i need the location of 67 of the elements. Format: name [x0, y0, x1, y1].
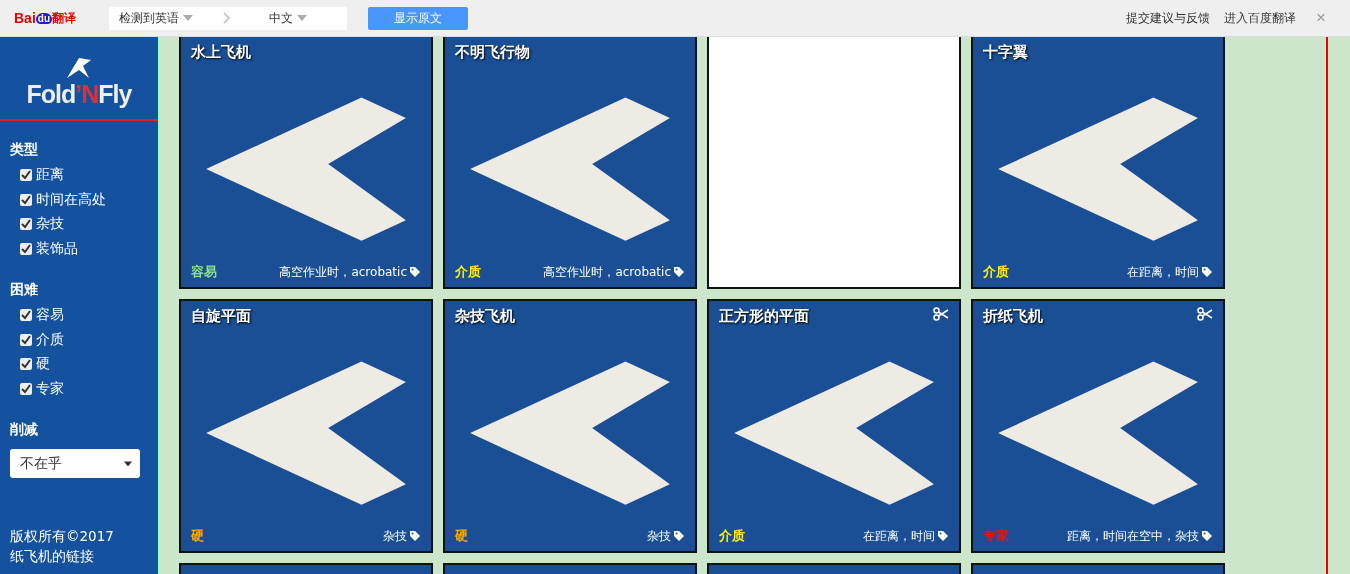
caret-icon — [124, 460, 132, 467]
difficulty-label: 介质 — [455, 263, 481, 281]
tag-icon — [937, 530, 949, 542]
filter-label: 容易 — [36, 306, 64, 325]
checkbox[interactable] — [20, 309, 32, 322]
card-title: 自旋平面 — [191, 307, 251, 326]
card-title: 杂技飞机 — [455, 307, 515, 326]
difficulty-label: 介质 — [719, 527, 745, 545]
tag-icon — [673, 530, 685, 542]
filter-heading: 困难 — [10, 281, 39, 299]
filter-heading: 类型 — [10, 141, 39, 159]
difficulty-label: 硬 — [455, 527, 468, 545]
card-title: 折纸飞机 — [983, 307, 1043, 326]
filter-label: 介质 — [36, 330, 64, 349]
site-logo: Fold’NFly — [26, 80, 132, 109]
footer-text: 版权所有©2017 — [10, 527, 115, 546]
filter-label: 杂技 — [36, 215, 64, 234]
source-language-select[interactable]: 检测到英语 — [109, 9, 203, 27]
tag-icon — [1201, 530, 1213, 542]
card-title: 正方形的平面 — [719, 307, 809, 326]
difficulty-label: 专家 — [983, 527, 1009, 545]
plane-card[interactable]: 十字翼 介质 在距离，时间 — [971, 37, 1225, 289]
chevron-right-icon — [223, 12, 231, 24]
tag-list: 杂技 — [647, 527, 671, 545]
plane-card[interactable]: 正方形的平面 介质 在距离，时间 — [707, 299, 961, 553]
plane-card[interactable]: 自旋平面 硬 杂技 — [179, 299, 433, 553]
difficulty-label: 容易 — [191, 263, 217, 281]
filter-label: 专家 — [36, 379, 64, 398]
checkbox[interactable] — [20, 218, 32, 231]
footer-text: 纸飞机的链接 — [10, 547, 95, 566]
header-link[interactable]: 提交建议与反馈 — [1126, 9, 1211, 27]
plane-card[interactable]: 水上飞机 容易 高空作业时，acrobatic — [179, 37, 433, 289]
checkbox[interactable] — [20, 382, 32, 395]
plane-card[interactable]: 杂技飞机 硬 杂技 — [443, 299, 697, 553]
difficulty-label: 介质 — [983, 263, 1009, 281]
checkbox[interactable] — [20, 169, 32, 182]
tag-icon — [673, 266, 685, 278]
tag-list: 距离，时间在空中，杂技 — [1067, 527, 1199, 545]
tag-list: 高空作业时，acrobatic — [279, 263, 407, 281]
tag-list: 在距离，时间 — [1127, 263, 1199, 281]
card-title: 十字翼 — [983, 43, 1028, 62]
filter-label: 装饰品 — [36, 239, 78, 258]
tag-icon — [1201, 266, 1213, 278]
target-language-select[interactable]: 中文 — [259, 9, 317, 27]
tag-list: 杂技 — [383, 527, 407, 545]
checkbox[interactable] — [20, 242, 32, 255]
tag-icon — [409, 530, 421, 542]
filter-label: 距离 — [36, 166, 64, 185]
checkbox[interactable] — [20, 193, 32, 206]
plane-card[interactable]: 不明飞行物 介质 高空作业时，acrobatic — [443, 37, 697, 289]
filter-label: 硬 — [36, 355, 50, 374]
checkbox[interactable] — [20, 333, 32, 346]
translator-logo: Bai du 翻译 — [14, 9, 77, 27]
cutting-dropdown[interactable]: 不在乎 — [10, 449, 140, 478]
tag-list: 高空作业时，acrobatic — [543, 263, 671, 281]
caret-icon — [183, 15, 193, 21]
difficulty-label: 硬 — [191, 527, 204, 545]
tag-list: 在距离，时间 — [863, 527, 935, 545]
tag-icon — [409, 266, 421, 278]
filter-heading: 削减 — [10, 421, 39, 439]
caret-icon — [297, 15, 307, 21]
card-title: 水上飞机 — [191, 43, 251, 62]
header-link[interactable]: 进入百度翻译 — [1224, 9, 1297, 27]
plane-card[interactable]: 折纸飞机 专家 距离，时间在空中，杂技 — [971, 299, 1225, 553]
checkbox[interactable] — [20, 358, 32, 371]
card-title: 不明飞行物 — [455, 43, 530, 62]
filter-label: 时间在高处 — [36, 190, 106, 209]
